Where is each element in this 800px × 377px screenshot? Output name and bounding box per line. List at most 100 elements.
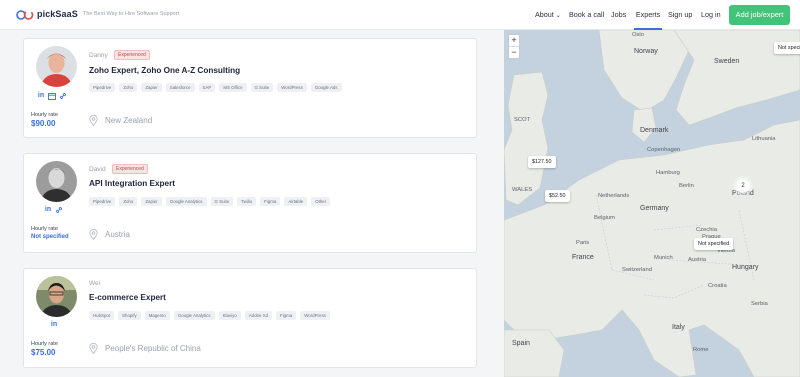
social-links: in [37, 92, 67, 102]
nav-experts[interactable]: Experts [634, 0, 662, 30]
linkedin-icon[interactable]: in [37, 92, 45, 100]
skill-tag: Figma [260, 197, 281, 206]
map-price-marker[interactable]: Not specified [694, 238, 734, 250]
top-navigation-bar: pickSaaS The Best Way to Hire Software S… [0, 0, 800, 30]
expert-title[interactable]: API Integration Expert [89, 179, 175, 188]
skill-tag: Google Analytics [173, 311, 215, 320]
map-price-marker[interactable]: Not specified [774, 42, 800, 54]
skill-tag: Other [311, 197, 331, 206]
hourly-rate-label: Hourly rate [31, 226, 58, 232]
map-price-marker[interactable]: $52.50 [545, 190, 570, 202]
map-label-norway: Norway [634, 48, 658, 55]
link-icon[interactable] [59, 92, 67, 100]
map-label-lithuania: Lithuania [752, 136, 776, 142]
experience-badge: Experienced [112, 164, 148, 174]
zoom-out-button[interactable]: − [509, 47, 519, 59]
map-label-belgium: Belgium [594, 215, 615, 221]
add-job-expert-button[interactable]: Add job/expert [729, 5, 790, 25]
skill-tag: WordPress [300, 311, 330, 320]
chevron-down-icon: ⌄ [555, 13, 561, 19]
map-price-marker[interactable]: $127.50 [528, 156, 556, 168]
expert-first-name: David [89, 166, 106, 173]
picksaas-logo-icon[interactable] [16, 9, 34, 21]
skill-tag: Zapier [141, 197, 162, 206]
map-label-italy: Italy [672, 324, 685, 331]
expert-location: New Zealand [89, 115, 152, 126]
skill-tag: Magento [144, 311, 170, 320]
expert-card[interactable]: in Hourly rate $90.00 Danny Experienced … [23, 38, 477, 138]
map-label-netherlands: Netherlands [598, 193, 630, 199]
avatar[interactable] [36, 46, 77, 87]
map-label-copenhagen: Copenhagen [647, 147, 681, 153]
hourly-rate-value: $90.00 [31, 119, 56, 128]
map-zoom-control: + − [508, 34, 520, 59]
zoom-in-button[interactable]: + [509, 35, 519, 47]
map-label-scot: SCOT [514, 117, 531, 123]
map-label-switzerland: Switzerland [622, 267, 652, 273]
map-label-rome: Rome [693, 347, 709, 353]
expert-card[interactable]: in Hourly rate $75.00 Wei E-commerce Exp… [23, 268, 477, 368]
skill-tag: Figma [276, 311, 297, 320]
skill-tag: WordPress [277, 83, 307, 92]
skill-tags: HubSpot Shopify Magento Google Analytics… [89, 311, 330, 320]
map-label-germany: Germany [640, 205, 669, 212]
skill-tag: Zoho [119, 197, 138, 206]
skill-tag: G Suite [210, 197, 234, 206]
skill-tag: MS Office [219, 83, 247, 92]
avatar[interactable] [36, 276, 77, 317]
map-label-spain: Spain [512, 340, 530, 347]
nav-about[interactable]: About ⌄ [535, 0, 561, 30]
nav-sign-up[interactable]: Sign up [668, 0, 692, 30]
linkedin-icon[interactable]: in [50, 321, 58, 329]
linkedin-icon[interactable]: in [44, 206, 52, 214]
map-label-berlin: Berlin [679, 183, 694, 189]
skill-tag: Airtable [284, 197, 308, 206]
nav-log-in[interactable]: Log in [701, 0, 721, 30]
map-label-serbia: Serbia [751, 301, 768, 307]
skill-tag: Pipedrive [89, 197, 116, 206]
calendar-icon[interactable] [48, 92, 56, 100]
location-pin-icon [89, 115, 98, 126]
experts-map[interactable]: Oslo Norway Sweden SCOT Denmark Copenhag… [504, 30, 800, 377]
link-icon[interactable] [55, 206, 63, 214]
location-text: People's Republic of China [105, 344, 201, 353]
map-label-austria: Austria [688, 257, 707, 263]
skill-tag: Salesforce [165, 83, 195, 92]
map-cluster-marker[interactable]: 2 [736, 179, 750, 193]
skill-tag: Adobe Xd [244, 311, 273, 320]
map-label-wales: WALES [512, 187, 533, 193]
skill-tag: Twilio [237, 197, 257, 206]
hourly-rate-label: Hourly rate [31, 112, 58, 118]
social-links: in [44, 206, 63, 216]
map-label-oslo: Oslo [632, 32, 644, 38]
expert-title[interactable]: E-commerce Expert [89, 293, 166, 302]
hourly-rate-label: Hourly rate [31, 341, 58, 347]
skill-tag: Google Analytics [165, 197, 207, 206]
skill-tag: Shopify [118, 311, 141, 320]
map-label-munich: Munich [654, 255, 673, 261]
tagline: The Best Way to Hire Software Support [83, 11, 180, 17]
expert-first-name: Danny [89, 52, 108, 59]
map-label-croatia: Croatia [708, 283, 727, 289]
expert-card[interactable]: in Hourly rate Not specified David Exper… [23, 153, 477, 253]
map-label-france: France [572, 254, 594, 261]
skill-tags: Pipedrive Zoho Zapier Google Analytics G… [89, 197, 331, 206]
skill-tag: Zapier [141, 83, 162, 92]
expert-title[interactable]: Zoho Expert, Zoho One A-Z Consulting [89, 66, 240, 75]
skill-tag: Klaviyo [218, 311, 241, 320]
hourly-rate-value: $75.00 [31, 348, 56, 357]
map-label-hungary: Hungary [732, 264, 759, 271]
expert-first-name: Wei [89, 280, 101, 287]
skill-tags: Pipedrive Zoho Zapier Salesforce SAP MS … [89, 83, 342, 92]
map-label-paris: Paris [576, 240, 590, 246]
map-label-czechia: Czechia [696, 227, 717, 233]
nav-jobs[interactable]: Jobs [611, 0, 626, 30]
avatar[interactable] [36, 161, 77, 202]
logo-text[interactable]: pickSaaS [37, 9, 78, 19]
skill-tag: Google Ads [310, 83, 342, 92]
skill-tag: G Suite [250, 83, 274, 92]
skill-tag: Zoho [119, 83, 138, 92]
nav-book-a-call[interactable]: Book a call [569, 0, 604, 30]
location-text: New Zealand [105, 116, 153, 125]
skill-tag: Pipedrive [89, 83, 116, 92]
